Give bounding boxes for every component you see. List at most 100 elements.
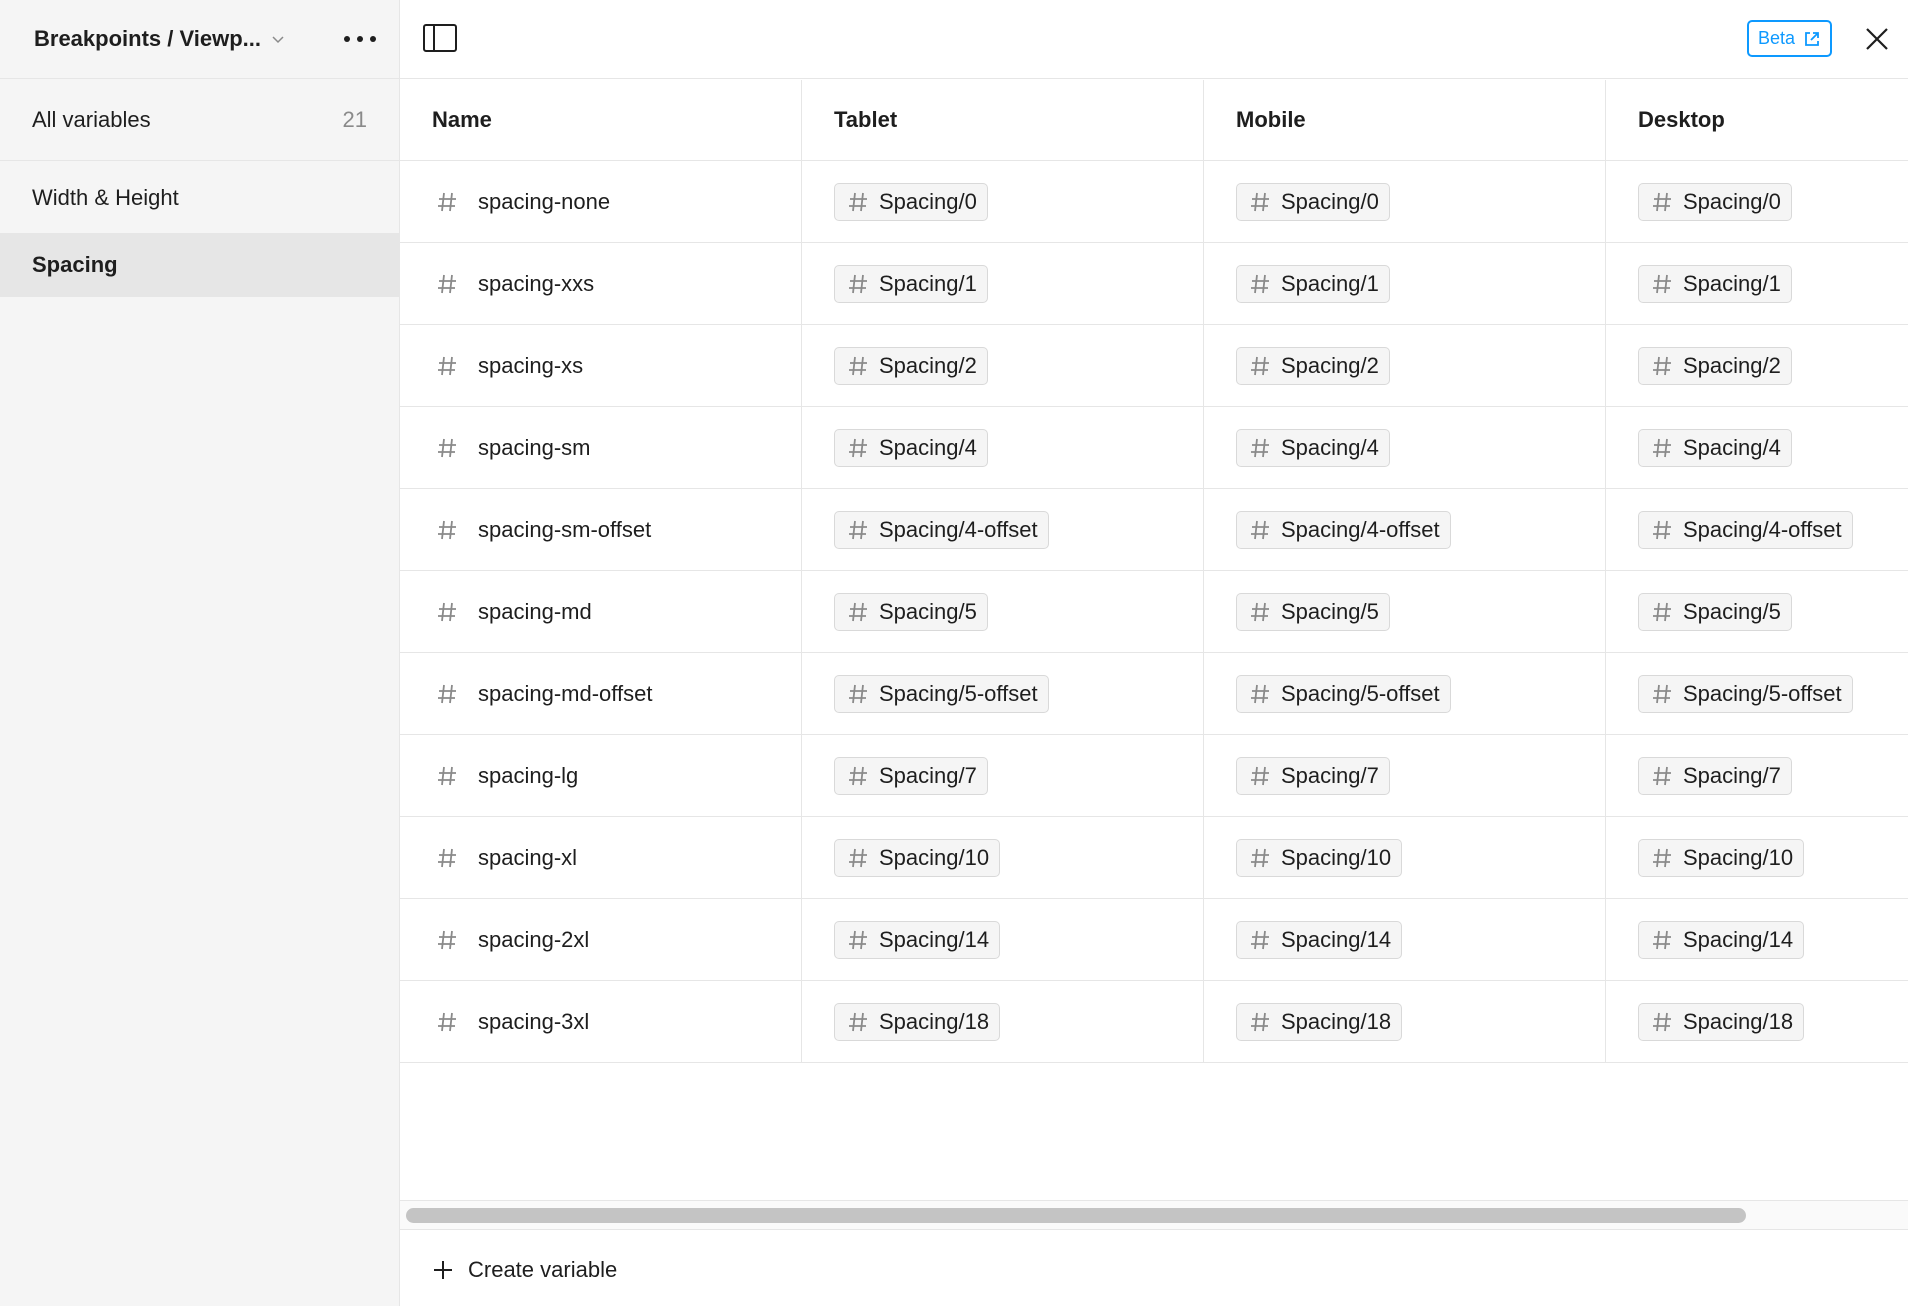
alias-pill[interactable]: Spacing/4 xyxy=(834,428,988,467)
alias-pill[interactable]: Spacing/7 xyxy=(1638,756,1792,795)
alias-pill[interactable]: Spacing/5 xyxy=(1236,592,1390,631)
alias-pill[interactable]: Spacing/10 xyxy=(834,838,1001,877)
variable-name-cell[interactable]: spacing-sm xyxy=(400,407,802,488)
beta-badge[interactable]: Beta xyxy=(1747,20,1833,57)
column-header-desktop[interactable]: Desktop xyxy=(1606,80,1906,160)
alias-pill[interactable]: Spacing/7 xyxy=(834,756,988,795)
table-row[interactable]: spacing-2xl Spacing/14 Spacing/14 Spacing/1… xyxy=(400,899,1908,981)
alias-pill[interactable]: Spacing/4 xyxy=(1638,428,1792,467)
sidebar-item-spacing[interactable]: Spacing xyxy=(0,233,399,297)
tablet-value-cell[interactable]: Spacing/2 xyxy=(802,325,1204,406)
alias-pill[interactable]: Spacing/5 xyxy=(1638,592,1792,631)
alias-pill[interactable]: Spacing/1 xyxy=(834,264,988,303)
desktop-value-cell[interactable]: Spacing/18 xyxy=(1606,981,1906,1062)
alias-pill[interactable]: Spacing/4 xyxy=(1236,428,1390,467)
tablet-value-cell[interactable]: Spacing/10 xyxy=(802,817,1204,898)
mobile-value-cell[interactable]: Spacing/4 xyxy=(1204,407,1606,488)
tablet-value-cell[interactable]: Spacing/5-offset xyxy=(802,653,1204,734)
alias-pill[interactable]: Spacing/2 xyxy=(1236,346,1390,385)
alias-pill[interactable]: Spacing/18 xyxy=(834,1002,1001,1041)
column-header-mobile[interactable]: Mobile xyxy=(1204,80,1606,160)
desktop-value-cell[interactable]: Spacing/0 xyxy=(1606,161,1906,242)
all-variables-item[interactable]: All variables 21 xyxy=(0,79,399,161)
mobile-value-cell[interactable]: Spacing/0 xyxy=(1204,161,1606,242)
tablet-value-cell[interactable]: Spacing/0 xyxy=(802,161,1204,242)
horizontal-scrollbar[interactable] xyxy=(400,1200,1908,1230)
table-row[interactable]: spacing-md-offset Spacing/5-offset Spacing… xyxy=(400,653,1908,735)
desktop-value-cell[interactable]: Spacing/14 xyxy=(1606,899,1906,980)
tablet-value-cell[interactable]: Spacing/7 xyxy=(802,735,1204,816)
alias-pill[interactable]: Spacing/4-offset xyxy=(834,510,1049,549)
variable-name-cell[interactable]: spacing-3xl xyxy=(400,981,802,1062)
variable-name-cell[interactable]: spacing-xxs xyxy=(400,243,802,324)
desktop-value-cell[interactable]: Spacing/7 xyxy=(1606,735,1906,816)
tablet-value-cell[interactable]: Spacing/5 xyxy=(802,571,1204,652)
alias-pill[interactable]: Spacing/5-offset xyxy=(1236,674,1451,713)
desktop-value-cell[interactable]: Spacing/4-offset xyxy=(1606,489,1906,570)
table-row[interactable]: spacing-xl Spacing/10 Spacing/10 Spacing/10 xyxy=(400,817,1908,899)
alias-pill[interactable]: Spacing/5-offset xyxy=(834,674,1049,713)
collection-selector[interactable]: Breakpoints / Viewp... xyxy=(34,20,285,58)
variable-name-cell[interactable]: spacing-xs xyxy=(400,325,802,406)
tablet-value-cell[interactable]: Spacing/18 xyxy=(802,981,1204,1062)
table-row[interactable]: spacing-sm-offset Spacing/4-offset Spacing… xyxy=(400,489,1908,571)
alias-pill[interactable]: Spacing/18 xyxy=(1638,1002,1805,1041)
alias-pill[interactable]: Spacing/14 xyxy=(1236,920,1403,959)
variable-name-cell[interactable]: spacing-md xyxy=(400,571,802,652)
desktop-value-cell[interactable]: Spacing/4 xyxy=(1606,407,1906,488)
alias-pill[interactable]: Spacing/14 xyxy=(834,920,1001,959)
table-row[interactable]: spacing-lg Spacing/7 Spacing/7 Spacing/7 xyxy=(400,735,1908,817)
alias-pill[interactable]: Spacing/5 xyxy=(834,592,988,631)
alias-pill[interactable]: Spacing/1 xyxy=(1236,264,1390,303)
tablet-value-cell[interactable]: Spacing/14 xyxy=(802,899,1204,980)
variable-name-cell[interactable]: spacing-xl xyxy=(400,817,802,898)
table-row[interactable]: spacing-none Spacing/0 Spacing/0 Spacing/0 xyxy=(400,161,1908,243)
table-row[interactable]: spacing-md Spacing/5 Spacing/5 Spacing/5 xyxy=(400,571,1908,653)
desktop-value-cell[interactable]: Spacing/5-offset xyxy=(1606,653,1906,734)
mobile-value-cell[interactable]: Spacing/5 xyxy=(1204,571,1606,652)
scrollbar-thumb[interactable] xyxy=(406,1208,1746,1223)
variable-name-cell[interactable]: spacing-lg xyxy=(400,735,802,816)
alias-pill[interactable]: Spacing/1 xyxy=(1638,264,1792,303)
variable-name-cell[interactable]: spacing-none xyxy=(400,161,802,242)
variable-name-cell[interactable]: spacing-2xl xyxy=(400,899,802,980)
sidebar-toggle-icon[interactable] xyxy=(422,22,458,54)
desktop-value-cell[interactable]: Spacing/10 xyxy=(1606,817,1906,898)
tablet-value-cell[interactable]: Spacing/1 xyxy=(802,243,1204,324)
table-row[interactable]: spacing-xs Spacing/2 Spacing/2 Spacing/2 xyxy=(400,325,1908,407)
alias-pill[interactable]: Spacing/0 xyxy=(1236,182,1390,221)
more-options-button[interactable] xyxy=(340,24,380,54)
variable-name-cell[interactable]: spacing-sm-offset xyxy=(400,489,802,570)
mobile-value-cell[interactable]: Spacing/7 xyxy=(1204,735,1606,816)
alias-pill[interactable]: Spacing/7 xyxy=(1236,756,1390,795)
close-icon[interactable] xyxy=(1860,22,1894,56)
mobile-value-cell[interactable]: Spacing/4-offset xyxy=(1204,489,1606,570)
mobile-value-cell[interactable]: Spacing/2 xyxy=(1204,325,1606,406)
desktop-value-cell[interactable]: Spacing/5 xyxy=(1606,571,1906,652)
variable-name-cell[interactable]: spacing-md-offset xyxy=(400,653,802,734)
alias-pill[interactable]: Spacing/2 xyxy=(1638,346,1792,385)
alias-pill[interactable]: Spacing/14 xyxy=(1638,920,1805,959)
alias-pill[interactable]: Spacing/5-offset xyxy=(1638,674,1853,713)
mobile-value-cell[interactable]: Spacing/14 xyxy=(1204,899,1606,980)
mobile-value-cell[interactable]: Spacing/5-offset xyxy=(1204,653,1606,734)
mobile-value-cell[interactable]: Spacing/10 xyxy=(1204,817,1606,898)
desktop-value-cell[interactable]: Spacing/2 xyxy=(1606,325,1906,406)
table-row[interactable]: spacing-xxs Spacing/1 Spacing/1 Spacing/1 xyxy=(400,243,1908,325)
tablet-value-cell[interactable]: Spacing/4-offset xyxy=(802,489,1204,570)
column-header-tablet[interactable]: Tablet xyxy=(802,80,1204,160)
sidebar-item-width-height[interactable]: Width & Height xyxy=(0,163,399,233)
tablet-value-cell[interactable]: Spacing/4 xyxy=(802,407,1204,488)
table-row[interactable]: spacing-3xl Spacing/18 Spacing/18 Spacing/1… xyxy=(400,981,1908,1063)
table-row[interactable]: spacing-sm Spacing/4 Spacing/4 Spacing/4 xyxy=(400,407,1908,489)
mobile-value-cell[interactable]: Spacing/18 xyxy=(1204,981,1606,1062)
alias-pill[interactable]: Spacing/4-offset xyxy=(1236,510,1451,549)
mobile-value-cell[interactable]: Spacing/1 xyxy=(1204,243,1606,324)
alias-pill[interactable]: Spacing/18 xyxy=(1236,1002,1403,1041)
alias-pill[interactable]: Spacing/2 xyxy=(834,346,988,385)
alias-pill[interactable]: Spacing/4-offset xyxy=(1638,510,1853,549)
alias-pill[interactable]: Spacing/10 xyxy=(1638,838,1805,877)
alias-pill[interactable]: Spacing/0 xyxy=(834,182,988,221)
desktop-value-cell[interactable]: Spacing/1 xyxy=(1606,243,1906,324)
column-header-name[interactable]: Name xyxy=(400,80,802,160)
